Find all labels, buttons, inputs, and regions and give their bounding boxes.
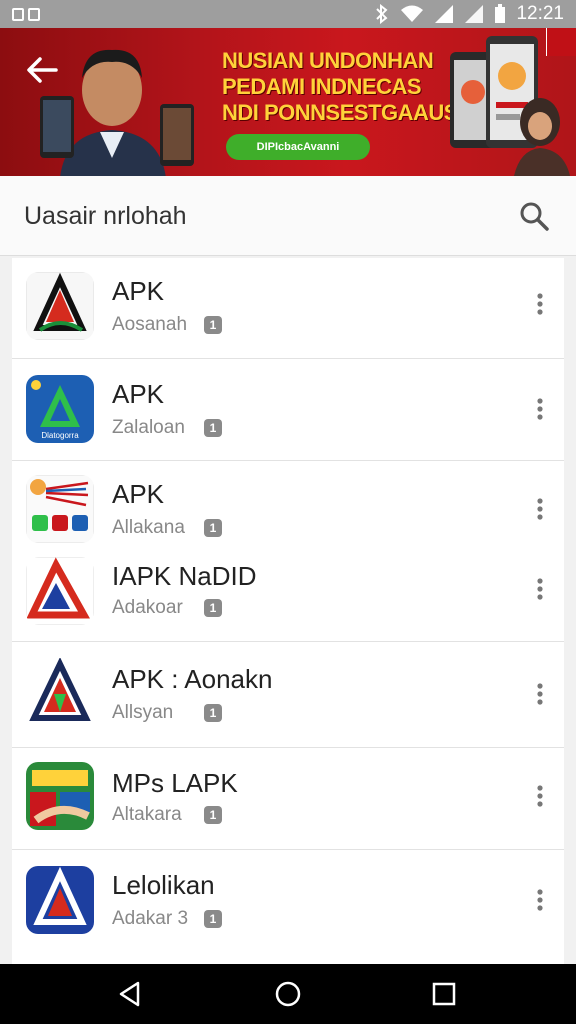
app-title: MPs LAPK — [112, 768, 238, 798]
app-logo-icon — [26, 557, 94, 625]
info-badge: 1 — [204, 806, 222, 824]
navigation-bar — [0, 964, 576, 1024]
app-subtitle: Altakara — [112, 804, 182, 825]
app-title: APK — [112, 479, 165, 509]
app-subtitle: Allsyan — [112, 702, 174, 723]
info-badge: 1 — [204, 599, 222, 617]
info-badge: 1 — [204, 316, 222, 334]
search-icon[interactable] — [518, 200, 550, 232]
recents-nav-icon[interactable] — [430, 980, 458, 1008]
app-subtitle: Zalaloan — [112, 417, 185, 438]
app-logo-icon — [26, 272, 94, 340]
list-item[interactable]: MPs LAPK Altakara 1 — [12, 748, 564, 850]
search-input[interactable]: Uasair nrlohah — [24, 202, 187, 231]
app-title: APK — [112, 276, 165, 306]
info-badge: 1 — [204, 704, 222, 722]
headline-line: NDI PONNSESTGAAUS. — [222, 100, 464, 125]
app-icon-label: Dlatogorra — [41, 431, 79, 440]
wifi-icon — [401, 5, 424, 22]
app-logo-icon — [26, 762, 94, 830]
presenter-illustration — [40, 49, 194, 176]
back-nav-icon[interactable] — [116, 980, 144, 1008]
more-vert-icon[interactable] — [536, 784, 544, 808]
app-logo-icon — [26, 475, 94, 543]
list-item[interactable]: APK : Aonakn Allsyan 1 — [12, 642, 564, 748]
app-title: Lelolikan — [112, 870, 215, 900]
more-vert-icon[interactable] — [536, 497, 544, 521]
home-nav-icon[interactable] — [274, 980, 302, 1008]
banner-headline: NUSIAN UNDONHAN PEDAMI INDNECAS NDI PONN… — [222, 48, 464, 126]
app-title: APK — [112, 379, 165, 409]
app-logo-icon: Dlatogorra — [26, 375, 94, 443]
app-subtitle: Adakar 3 — [112, 908, 189, 929]
headline-line: NUSIAN UNDONHAN — [222, 48, 434, 73]
app-subtitle: Aosanah — [112, 314, 188, 335]
banner-cta-button[interactable]: DIPIcbacAvanni — [226, 134, 370, 160]
search-bar[interactable]: Uasair nrlohah — [0, 176, 576, 256]
list-item[interactable]: Lelolikan Adakar 3 1 — [12, 850, 564, 964]
more-vert-icon[interactable] — [536, 682, 544, 706]
app-title: APK : Aonakn — [112, 664, 273, 694]
bluetooth-icon — [376, 4, 388, 24]
signal-icon — [465, 5, 484, 23]
signal-icon — [435, 5, 454, 23]
app-list: APK Aosanah 1 Dlatogorra APK Zalaloan 1 … — [12, 258, 564, 964]
flag-badge — [546, 28, 576, 56]
promo-banner[interactable]: NUSIAN UNDONHAN PEDAMI INDNECAS NDI PONN… — [0, 28, 576, 176]
more-vert-icon[interactable] — [536, 888, 544, 912]
list-item[interactable]: APK Aosanah 1 — [12, 258, 564, 359]
app-subtitle: Allakana — [112, 517, 185, 538]
app-logo-icon — [26, 658, 94, 726]
battery-icon — [495, 4, 506, 23]
app-logo-icon — [26, 866, 94, 934]
info-badge: 1 — [204, 910, 222, 928]
notification-icon — [28, 7, 40, 21]
status-bar: 12:21 — [0, 0, 576, 28]
info-badge: 1 — [204, 519, 222, 537]
app-title: IAPK NaDID — [112, 561, 257, 591]
clock: 12:21 — [516, 3, 564, 24]
list-item[interactable]: IAPK NaDID Adakoar 1 — [12, 551, 564, 642]
info-badge: 1 — [204, 419, 222, 437]
more-vert-icon[interactable] — [536, 397, 544, 421]
notification-icon — [12, 7, 24, 21]
more-vert-icon[interactable] — [536, 577, 544, 601]
list-item[interactable]: APK Allakana 1 — [12, 461, 564, 551]
app-subtitle: Adakoar — [112, 597, 183, 618]
headline-line: PEDAMI INDNECAS — [222, 74, 422, 99]
more-vert-icon[interactable] — [536, 292, 544, 316]
list-item[interactable]: Dlatogorra APK Zalaloan 1 — [12, 359, 564, 461]
